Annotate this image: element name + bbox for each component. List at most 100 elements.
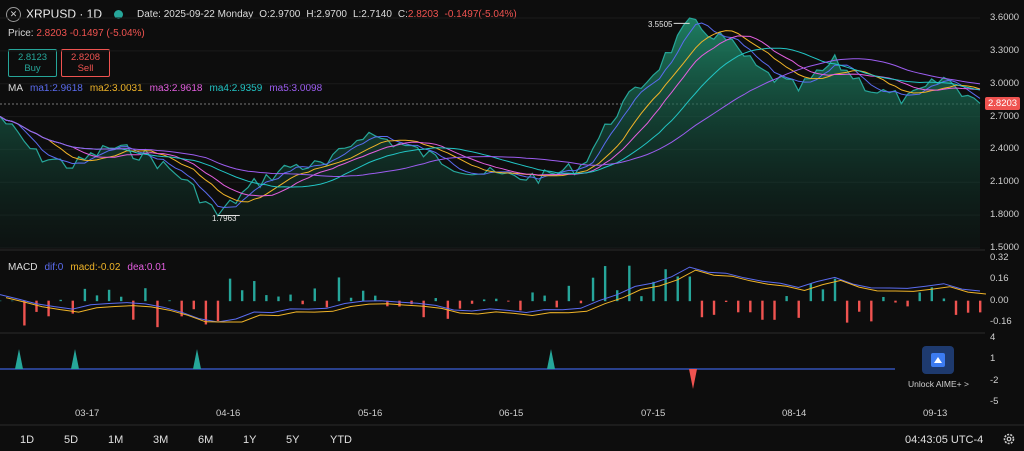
range-button-ytd[interactable]: YTD [330,434,352,446]
price-area-fill [0,18,980,248]
dif-line [0,266,981,323]
clock: 04:43:05 UTC-4 [905,434,984,446]
macd-bar [761,300,764,320]
macd-bar [301,300,304,305]
macd-bar [265,295,268,302]
macd-bar [325,300,329,308]
macd-bar [398,300,401,307]
price-tick-label: 2.7000 [990,110,1020,122]
macd-bar [35,300,38,312]
macd-bar [809,283,813,302]
macd-bar [277,296,280,302]
macd-tick-label: 0.32 [990,252,1009,263]
macd-bar [0,300,2,302]
macd-bar [458,300,462,309]
x-tick-label: 04-16 [216,408,241,419]
buy-signal-marker [193,349,201,369]
range-button-6m[interactable]: 6M [198,434,213,446]
macd-bar [349,297,353,302]
macd-bar [144,288,147,302]
macd-bar [422,300,425,318]
macd-bar [95,295,99,302]
macd-bar [119,296,123,302]
x-tick-label: 05-16 [358,408,383,419]
macd-bar [531,292,534,302]
aime-label[interactable]: Unlock AIME+ > [908,379,969,389]
aime-icon [931,353,945,367]
buy-signal-marker [15,349,23,369]
x-tick-label: 06-15 [499,408,524,419]
aime-button[interactable] [922,346,954,374]
range-button-5d[interactable]: 5D [64,434,78,446]
macd-bar [664,269,667,302]
macd-bar [495,298,498,302]
macd-bar [724,300,728,302]
price-tick-label: 2.1000 [990,176,1020,188]
macd-bar [107,289,111,302]
dif-value: dif:0 [44,262,64,273]
macd-bar [882,296,885,302]
high-annotation: 3.5505 [648,20,673,29]
macd-bar [603,266,607,302]
x-tick-label: 03-17 [75,408,100,419]
price-chart[interactable] [0,0,1024,451]
dea-value: dea:0.01 [127,262,167,273]
macd-bar [979,300,982,313]
macd-legend[interactable]: MACD dif:0 macd:-0.02 dea:0.01 [8,262,173,273]
macd-bar [216,300,220,322]
gear-icon[interactable] [1002,432,1016,446]
macd-bar [192,300,195,310]
macd-bar [168,300,171,302]
signal-tick-label: 1 [990,353,996,365]
macd-bar [519,300,522,311]
macd-bar [156,300,159,328]
price-tick-label: 2.4000 [990,143,1020,155]
macd-tick-label: 0.00 [990,294,1009,306]
current-price-tag: 2.8203 [985,97,1021,110]
range-button-1m[interactable]: 1M [108,434,123,446]
macd-bar [47,300,50,317]
range-button-3m[interactable]: 3M [153,434,168,446]
signal-tick-label: 4 [990,332,996,343]
macd-bar [858,300,861,312]
macd-bar [785,296,788,302]
range-button-5y[interactable]: 5Y [286,434,299,446]
buy-signal-marker [547,349,555,369]
macd-bar [567,285,571,302]
macd-tick-label: -0.16 [990,316,1012,327]
price-tick-label: 3.6000 [990,12,1020,23]
macd-bar [289,294,292,302]
macd-title: MACD [8,262,38,273]
macd-bar [652,281,655,302]
low-annotation: 1.7963 [212,214,237,223]
macd-bar [204,300,208,325]
x-tick-label: 09-13 [923,408,948,419]
macd-bar [23,300,26,326]
macd-bar [712,300,716,315]
macd-value: macd:-0.02 [70,262,121,273]
macd-tick-label: 0.16 [990,273,1009,285]
macd-bar [374,295,377,302]
macd-bar [628,265,631,302]
macd-bar [253,281,256,302]
macd-bar [434,298,437,302]
macd-bar [240,290,244,302]
macd-bar [470,300,474,304]
x-tick-label: 08-14 [782,408,807,419]
x-tick-label: 07-15 [641,408,666,419]
price-tick-label: 3.0000 [990,77,1020,89]
signal-tick-label: -5 [990,396,999,407]
price-tick-label: 3.3000 [990,44,1020,56]
macd-bar [954,300,958,315]
macd-bar [579,300,583,304]
macd-bar [845,300,849,323]
macd-bar [966,300,970,313]
range-button-1y[interactable]: 1Y [243,434,256,446]
macd-bar [337,277,341,302]
macd-bar [361,290,365,302]
macd-bar [59,299,62,302]
macd-bar [543,295,546,302]
macd-bar [640,296,643,302]
range-button-1d[interactable]: 1D [20,434,34,446]
macd-bar [870,300,873,322]
